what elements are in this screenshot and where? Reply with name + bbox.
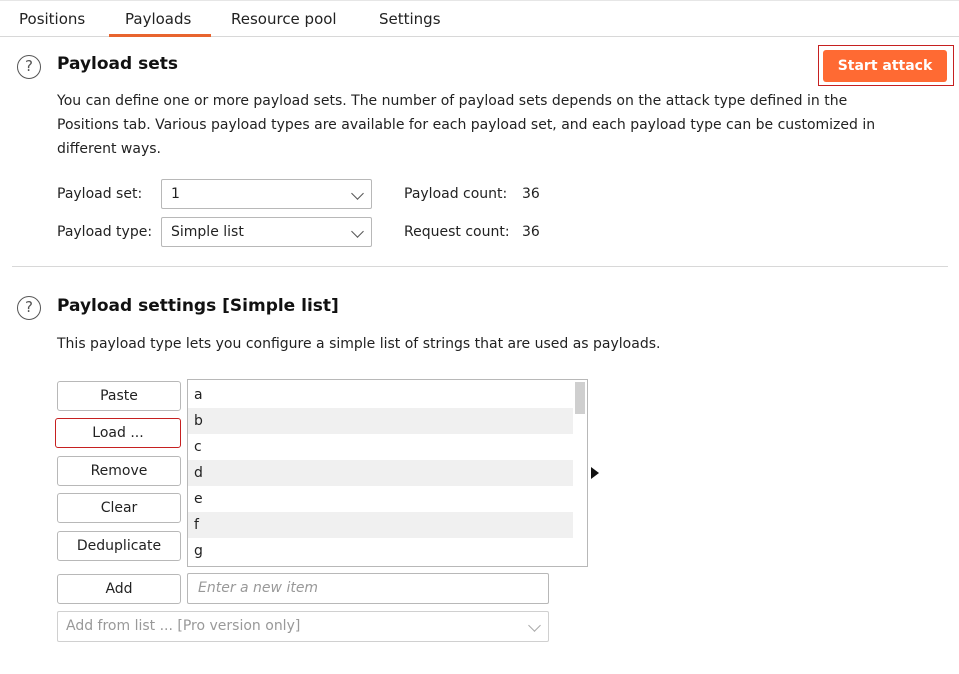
paste-button[interactable]: Paste (57, 381, 181, 411)
list-item[interactable]: a (188, 382, 574, 408)
payload-set-value: 1 (171, 186, 180, 202)
tab-bar: Positions Payloads Resource pool Setting… (0, 0, 959, 37)
new-item-input[interactable]: Enter a new item (187, 573, 549, 604)
payload-count-label: Payload count: (404, 186, 508, 202)
scrollbar-thumb[interactable] (575, 382, 585, 414)
payload-sets-heading: Payload sets (57, 54, 178, 74)
payload-settings-description: This payload type lets you configure a s… (57, 336, 661, 352)
payload-type-value: Simple list (171, 224, 244, 240)
start-attack-button[interactable]: Start attack (823, 50, 947, 82)
payload-sets-description: You can define one or more payload sets.… (57, 89, 947, 161)
chevron-down-icon (351, 225, 364, 238)
description-line: Positions tab. Various payload types are… (57, 117, 876, 133)
request-count-label: Request count: (404, 224, 510, 240)
list-scrollbar[interactable] (573, 380, 587, 566)
list-item[interactable]: f (188, 512, 574, 538)
add-button[interactable]: Add (57, 574, 181, 604)
list-item[interactable]: g (188, 538, 574, 564)
description-line: different ways. (57, 141, 161, 157)
tab-settings[interactable]: Settings (379, 10, 441, 28)
active-tab-indicator (109, 34, 211, 37)
payload-type-label: Payload type: (57, 224, 153, 240)
list-item[interactable]: c (188, 434, 574, 460)
tab-resource-pool[interactable]: Resource pool (231, 10, 337, 28)
help-glyph: ? (25, 57, 33, 75)
payload-set-label: Payload set: (57, 186, 143, 202)
add-from-list-label: Add from list ... [Pro version only] (66, 618, 301, 634)
tab-positions[interactable]: Positions (19, 10, 85, 28)
load-button[interactable]: Load ... (55, 418, 181, 448)
payload-set-select[interactable]: 1 (161, 179, 372, 209)
chevron-down-icon (351, 187, 364, 200)
tab-payloads[interactable]: Payloads (125, 10, 191, 28)
payload-count-value: 36 (522, 186, 540, 202)
description-line: You can define one or more payload sets.… (57, 93, 848, 109)
help-icon[interactable]: ? (17, 55, 41, 79)
list-item[interactable]: b (188, 408, 574, 434)
expand-arrow-icon[interactable] (591, 467, 599, 479)
remove-button[interactable]: Remove (57, 456, 181, 486)
payload-type-select[interactable]: Simple list (161, 217, 372, 247)
chevron-down-icon (528, 619, 541, 632)
request-count-value: 36 (522, 224, 540, 240)
deduplicate-button[interactable]: Deduplicate (57, 531, 181, 561)
help-icon[interactable]: ? (17, 296, 41, 320)
payload-list[interactable]: a b c d e f g (187, 379, 588, 567)
help-glyph: ? (25, 298, 33, 316)
list-item[interactable]: d (188, 460, 574, 486)
list-item[interactable]: e (188, 486, 574, 512)
add-from-list-select: Add from list ... [Pro version only] (57, 611, 549, 642)
payload-settings-heading: Payload settings [Simple list] (57, 296, 339, 316)
section-divider (12, 266, 948, 267)
clear-button[interactable]: Clear (57, 493, 181, 523)
